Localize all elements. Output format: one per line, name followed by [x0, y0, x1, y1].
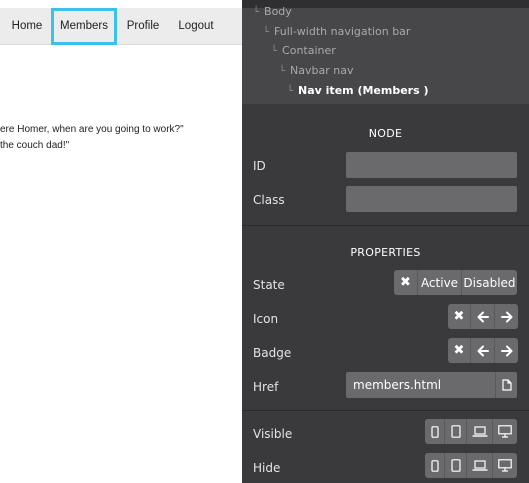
visible-label: Visible: [253, 427, 293, 441]
tree-item-label: Navbar nav: [290, 64, 354, 77]
tablet-icon: [450, 459, 461, 472]
x-icon: ✖: [453, 343, 465, 358]
laptop-icon: [472, 460, 487, 471]
quote-line: the couch dad!": [0, 140, 70, 151]
hide-device-group: [425, 453, 517, 478]
page-preview[interactable]: Home Members Profile Logout ere Homer, w…: [0, 0, 242, 483]
desktop-icon: [498, 425, 512, 438]
section-divider: [242, 225, 529, 226]
tree-item-body[interactable]: └ Body: [253, 4, 292, 20]
element-tree: └ Body └ Full-width navigation bar └ Contai…: [242, 0, 529, 104]
x-icon: ✖: [400, 275, 411, 290]
visible-tablet-button[interactable]: [444, 419, 466, 444]
arrow-right-icon: [500, 311, 512, 322]
arrow-left-icon: [477, 311, 489, 322]
visible-device-group: [425, 419, 517, 444]
tree-elbow-icon: └: [287, 86, 294, 97]
arrow-left-icon: [477, 345, 489, 356]
tablet-icon: [450, 425, 461, 438]
id-input[interactable]: [346, 152, 517, 178]
tree-item-container[interactable]: └ Container: [271, 43, 336, 59]
badge-clear-button[interactable]: ✖: [448, 338, 470, 363]
badge-prev-button[interactable]: [470, 338, 494, 363]
hide-laptop-button[interactable]: [466, 453, 492, 478]
tree-item-label: Full-width navigation bar: [274, 25, 411, 38]
tree-elbow-icon: └: [253, 7, 260, 18]
hide-tablet-button[interactable]: [444, 453, 466, 478]
class-input[interactable]: [346, 186, 517, 212]
tree-elbow-icon: └: [263, 27, 270, 38]
laptop-icon: [472, 426, 487, 437]
hide-desktop-button[interactable]: [492, 453, 517, 478]
id-label: ID: [253, 159, 266, 173]
visible-desktop-button[interactable]: [492, 419, 517, 444]
quote-line: ere Homer, when are you going to work?": [0, 124, 184, 135]
nav-item-profile[interactable]: Profile: [118, 8, 168, 45]
tree-elbow-icon: └: [271, 46, 278, 57]
icon-prev-button[interactable]: [470, 304, 494, 329]
icon-label: Icon: [253, 312, 279, 326]
badge-next-button[interactable]: [494, 338, 518, 363]
icon-next-button[interactable]: [494, 304, 518, 329]
node-section-title: NODE: [368, 127, 403, 140]
hide-label: Hide: [253, 461, 281, 475]
tree-item-label: Nav item (Members ): [298, 84, 429, 97]
icon-clear-button[interactable]: ✖: [448, 304, 470, 329]
state-button-group: ✖ Active Disabled: [394, 270, 517, 295]
state-disabled-button[interactable]: Disabled: [461, 270, 517, 295]
hide-phone-button[interactable]: [425, 453, 444, 478]
href-value: members.html: [353, 378, 442, 392]
visible-phone-button[interactable]: [425, 419, 444, 444]
badge-label: Badge: [253, 346, 292, 360]
icon-button-group: ✖: [448, 304, 518, 329]
visible-laptop-button[interactable]: [466, 419, 492, 444]
inspector-panel: └ Body └ Full-width navigation bar └ Contai…: [242, 0, 529, 483]
preview-navbar: Home Members Profile Logout: [0, 8, 242, 45]
tree-item-nav-item-selected[interactable]: └ Nav item (Members ): [287, 83, 429, 99]
tree-item-navbar-nav[interactable]: └ Navbar nav: [279, 63, 353, 79]
tree-elbow-icon: └: [279, 66, 286, 77]
nav-item-home[interactable]: Home: [4, 8, 50, 45]
href-label: Href: [253, 380, 279, 394]
phone-icon: [430, 459, 439, 472]
state-clear-button[interactable]: ✖: [394, 270, 417, 295]
desktop-icon: [498, 459, 512, 472]
section-divider: [242, 410, 529, 411]
quote-block: ere Homer, when are you going to work?" …: [0, 122, 242, 154]
phone-icon: [430, 425, 439, 438]
file-icon[interactable]: [495, 372, 517, 398]
x-icon: ✖: [453, 309, 465, 324]
tree-item-navbar[interactable]: └ Full-width navigation bar: [263, 24, 410, 40]
badge-button-group: ✖: [448, 338, 518, 363]
class-label: Class: [253, 193, 285, 207]
href-input[interactable]: members.html: [346, 372, 517, 398]
state-active-button[interactable]: Active: [417, 270, 461, 295]
tree-item-label: Body: [264, 5, 292, 18]
state-label: State: [253, 278, 285, 292]
tree-item-label: Container: [282, 44, 336, 57]
properties-section-title: PROPERTIES: [350, 246, 421, 259]
nav-item-logout[interactable]: Logout: [170, 8, 222, 45]
arrow-right-icon: [500, 345, 512, 356]
nav-item-members-selected[interactable]: Members: [51, 8, 117, 45]
